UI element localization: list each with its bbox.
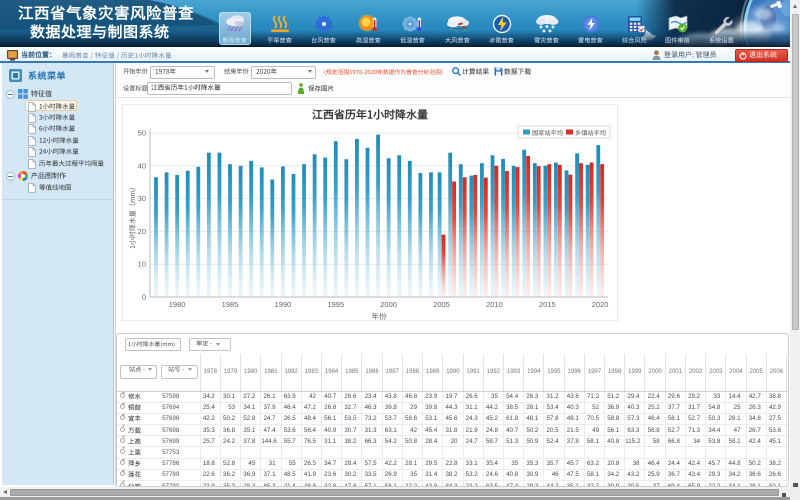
svg-text:1990: 1990	[275, 300, 292, 309]
svg-text:2015: 2015	[539, 300, 556, 309]
svg-text:1980: 1980	[169, 300, 186, 309]
svg-text:1985: 1985	[222, 300, 239, 309]
svg-text:1995: 1995	[327, 300, 344, 309]
svg-text:2020: 2020	[592, 300, 609, 309]
svg-text:2010: 2010	[486, 300, 503, 309]
svg-text:30: 30	[138, 194, 146, 203]
svg-text:2000: 2000	[380, 300, 397, 309]
svg-text:2005: 2005	[433, 300, 450, 309]
svg-text:10: 10	[138, 260, 146, 269]
svg-text:0: 0	[142, 293, 146, 302]
svg-text:40: 40	[138, 161, 146, 170]
svg-text:50: 50	[138, 129, 146, 138]
svg-text:20: 20	[138, 227, 146, 236]
